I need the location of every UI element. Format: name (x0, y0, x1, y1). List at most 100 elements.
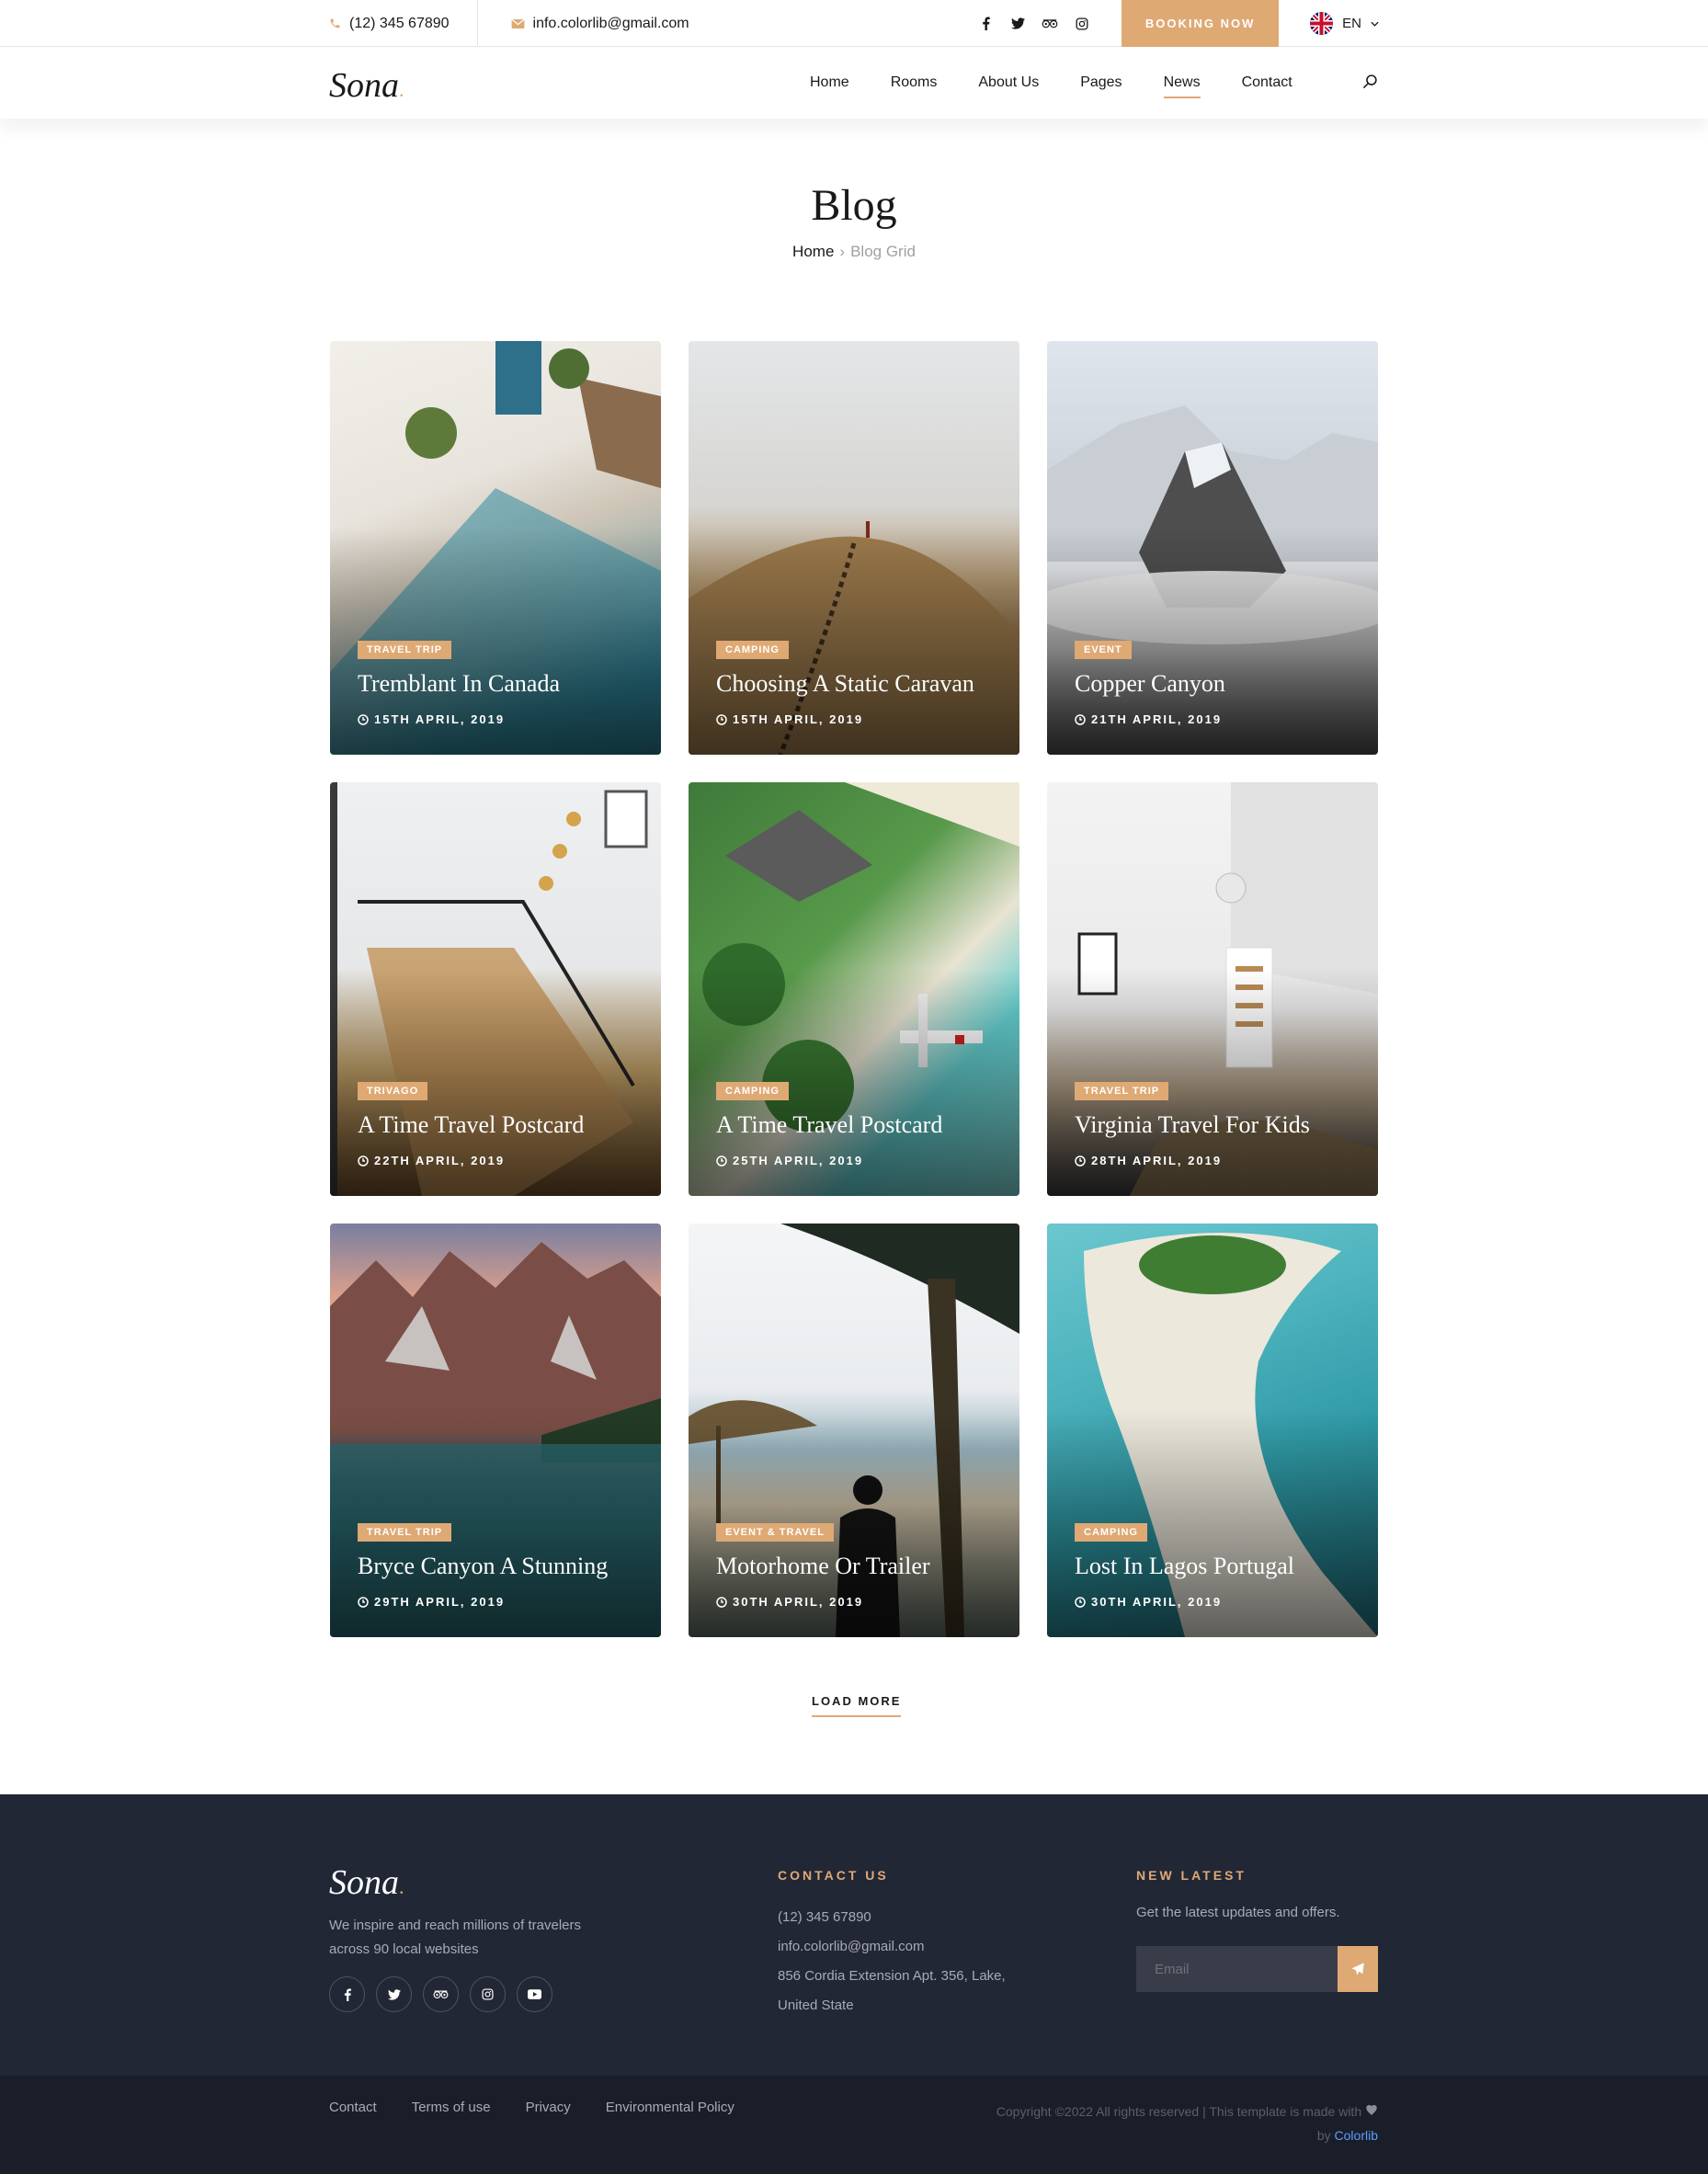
clock-icon (1075, 1155, 1086, 1167)
newsletter-email-input[interactable] (1136, 1946, 1338, 1992)
blog-card[interactable]: TRIVAGO A Time Travel Postcard 22TH APRI… (330, 782, 661, 1196)
clock-icon (1075, 1596, 1086, 1608)
tripadvisor-icon[interactable] (423, 1976, 459, 2012)
blog-card[interactable]: CAMPING Choosing A Static Caravan 15TH A… (689, 341, 1019, 755)
post-date-text: 15TH APRIL, 2019 (733, 712, 864, 726)
footer-logo-text: Sona (329, 1863, 399, 1902)
heart-icon (1366, 2105, 1377, 2116)
top-phone: (12) 345 67890 (329, 16, 450, 32)
blog-card[interactable]: TRAVEL TRIP Bryce Canyon A Stunning 29TH… (330, 1224, 661, 1637)
blog-card[interactable]: EVENT Copper Canyon 21TH APRIL, 2019 (1047, 341, 1378, 755)
post-title[interactable]: Virginia Travel For Kids (1075, 1111, 1310, 1139)
newsletter-submit-button[interactable] (1338, 1946, 1378, 1992)
blog-card[interactable]: TRAVEL TRIP Virginia Travel For Kids 28T… (1047, 782, 1378, 1196)
clock-icon (358, 1155, 369, 1167)
clock-icon (358, 1596, 369, 1608)
newsletter-heading: NEW LATEST (1136, 1868, 1247, 1883)
facebook-icon[interactable] (329, 1976, 365, 2012)
blog-card[interactable]: TRAVEL TRIP Tremblant In Canada 15TH APR… (330, 341, 661, 755)
post-title[interactable]: Motorhome Or Trailer (716, 1553, 930, 1580)
footer-link-environmental[interactable]: Environmental Policy (606, 2100, 734, 2115)
footer-contact: (12) 345 67890 info.colorlib@gmail.com 8… (778, 1903, 1006, 2020)
post-tag[interactable]: EVENT (1075, 641, 1132, 659)
newsletter-form (1136, 1946, 1378, 1992)
footer-phone: (12) 345 67890 (778, 1909, 871, 1925)
blog-card[interactable]: EVENT & TRAVEL Motorhome Or Trailer 30TH… (689, 1224, 1019, 1637)
footer-address-line-2: United State (778, 1998, 854, 2013)
post-tag[interactable]: CAMPING (716, 1082, 789, 1100)
breadcrumb-home[interactable]: Home (792, 243, 834, 260)
copyright-by: by (1316, 2128, 1331, 2143)
booking-now-button[interactable]: BOOKING NOW (1122, 0, 1280, 47)
phone-icon (330, 18, 340, 28)
post-title[interactable]: Bryce Canyon A Stunning (358, 1553, 608, 1580)
post-date-text: 30TH APRIL, 2019 (733, 1595, 864, 1609)
page-title: Blog (811, 181, 897, 230)
twitter-icon[interactable] (376, 1976, 412, 2012)
contact-heading: CONTACT US (778, 1868, 889, 1883)
post-date: 25TH APRIL, 2019 (716, 1154, 863, 1167)
nav-rooms[interactable]: Rooms (891, 69, 938, 97)
top-email[interactable]: info.colorlib@gmail.com (510, 16, 689, 32)
copyright: Copyright ©2022 All rights reserved | Th… (946, 2100, 1378, 2147)
twitter-icon[interactable] (1009, 16, 1026, 32)
blog-card[interactable]: CAMPING Lost In Lagos Portugal 30TH APRI… (1047, 1224, 1378, 1637)
nav-contact[interactable]: Contact (1242, 69, 1292, 97)
site-logo[interactable]: Sona. (329, 65, 404, 106)
colorlib-link[interactable]: Colorlib (1335, 2128, 1378, 2143)
post-tag[interactable]: TRAVEL TRIP (1075, 1082, 1169, 1100)
main-nav: Home Rooms About Us Pages News Contact (810, 47, 1334, 119)
copyright-text: Copyright ©2022 All rights reserved | Th… (996, 2104, 1362, 2119)
instagram-icon[interactable] (1074, 16, 1090, 32)
post-title[interactable]: Tremblant In Canada (358, 670, 560, 698)
post-title[interactable]: A Time Travel Postcard (358, 1111, 584, 1139)
paper-plane-icon (1351, 1963, 1364, 1975)
post-date-text: 21TH APRIL, 2019 (1091, 712, 1223, 726)
newsletter-text: Get the latest updates and offers. (1136, 1905, 1340, 1920)
tripadvisor-icon[interactable] (1042, 16, 1058, 32)
post-tag[interactable]: CAMPING (716, 641, 789, 659)
clock-icon (358, 713, 369, 725)
footer-email[interactable]: info.colorlib@gmail.com (778, 1932, 1006, 1962)
youtube-icon[interactable] (517, 1976, 552, 2012)
language-label: EN (1342, 16, 1361, 31)
search-icon[interactable] (1362, 74, 1378, 89)
post-tag[interactable]: TRAVEL TRIP (358, 641, 452, 659)
post-title[interactable]: A Time Travel Postcard (716, 1111, 942, 1139)
instagram-icon[interactable] (470, 1976, 506, 2012)
nav-news[interactable]: News (1163, 69, 1201, 98)
blog-card[interactable]: CAMPING A Time Travel Postcard 25TH APRI… (689, 782, 1019, 1196)
facebook-icon[interactable] (977, 16, 994, 32)
footer-link-contact[interactable]: Contact (329, 2100, 377, 2115)
post-tag[interactable]: EVENT & TRAVEL (716, 1523, 834, 1542)
nav-about-us[interactable]: About Us (978, 69, 1039, 97)
clock-icon (716, 713, 727, 725)
post-title[interactable]: Lost In Lagos Portugal (1075, 1553, 1294, 1580)
footer-link-privacy[interactable]: Privacy (526, 2100, 571, 2115)
language-selector[interactable]: EN (1310, 12, 1379, 35)
post-title[interactable]: Choosing A Static Caravan (716, 670, 974, 698)
footer-social (329, 1976, 552, 2012)
load-more-button[interactable]: LOAD MORE (812, 1694, 902, 1717)
post-date: 30TH APRIL, 2019 (716, 1595, 863, 1609)
nav-home[interactable]: Home (810, 69, 849, 97)
footer-bottom: Contact Terms of use Privacy Environment… (0, 2076, 1708, 2174)
footer-links: Contact Terms of use Privacy Environment… (329, 2100, 734, 2115)
post-date-text: 15TH APRIL, 2019 (374, 712, 506, 726)
post-date-text: 29TH APRIL, 2019 (374, 1595, 506, 1609)
breadcrumb-current: Blog Grid (850, 243, 916, 260)
post-tag[interactable]: CAMPING (1075, 1523, 1147, 1542)
footer-link-terms[interactable]: Terms of use (412, 2100, 491, 2115)
post-title[interactable]: Copper Canyon (1075, 670, 1225, 698)
clock-icon (716, 1155, 727, 1167)
logo-text: Sona (329, 66, 399, 105)
post-date-text: 25TH APRIL, 2019 (733, 1154, 864, 1167)
footer: Sona. We inspire and reach millions of t… (0, 1794, 1708, 2174)
footer-logo[interactable]: Sona. (329, 1862, 404, 1903)
nav-pages[interactable]: Pages (1080, 69, 1122, 97)
post-tag[interactable]: TRIVAGO (358, 1082, 428, 1100)
post-date: 15TH APRIL, 2019 (358, 712, 505, 726)
post-date-text: 30TH APRIL, 2019 (1091, 1595, 1223, 1609)
post-tag[interactable]: TRAVEL TRIP (358, 1523, 452, 1542)
post-date: 22TH APRIL, 2019 (358, 1154, 505, 1167)
